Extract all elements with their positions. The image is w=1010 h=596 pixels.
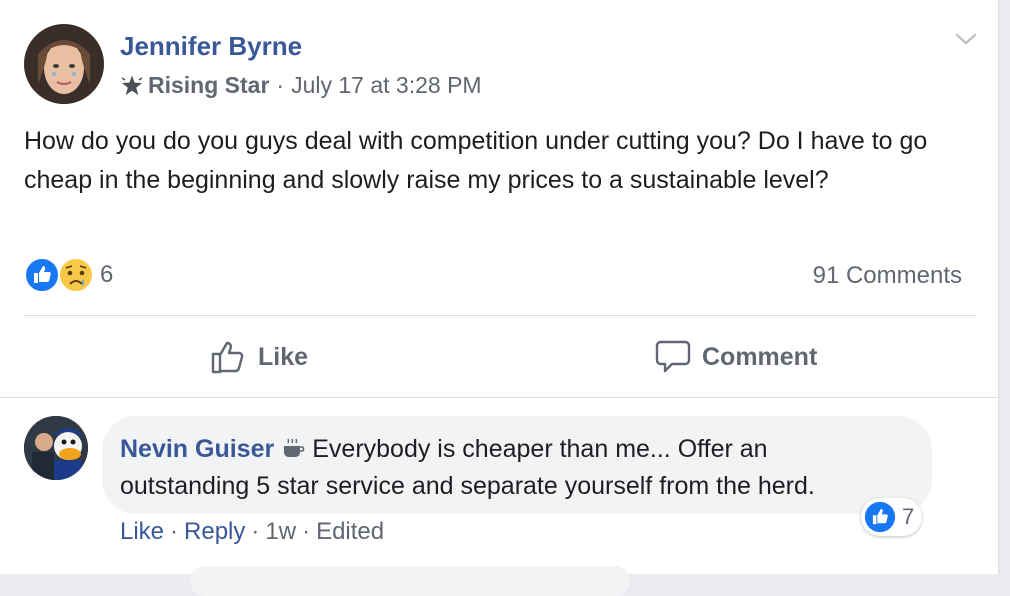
comment-edited-label[interactable]: Edited — [316, 518, 384, 545]
like-reaction-icon — [24, 257, 60, 293]
like-reaction-icon — [864, 501, 896, 533]
comment-like-link[interactable]: Like — [120, 518, 164, 545]
reaction-summary[interactable]: 6 — [24, 257, 113, 293]
comment-outline-icon — [655, 340, 691, 373]
comment-reply-link[interactable]: Reply — [184, 518, 245, 545]
author-avatar[interactable] — [24, 24, 104, 104]
comment-actions: Like · Reply · 1w · Edited — [120, 518, 384, 546]
action-divider-top — [24, 315, 976, 316]
sad-reaction-icon — [58, 257, 94, 293]
like-button[interactable]: Like — [210, 334, 308, 380]
comment-reaction-summary[interactable]: 7 — [861, 498, 923, 536]
post-card: Jennifer Byrne Rising Star · July 17 at … — [0, 0, 999, 596]
action-divider-bottom — [0, 397, 998, 398]
comment-button-label: Comment — [702, 342, 818, 371]
star-badge-icon — [121, 75, 143, 95]
post-author-name[interactable]: Jennifer Byrne — [120, 31, 302, 62]
reaction-count[interactable]: 6 — [100, 261, 113, 289]
meta-separator: · — [276, 72, 285, 98]
comment-content: Nevin Guiser Everybody is cheaper than m… — [120, 431, 900, 505]
comment-separator: · — [251, 518, 260, 545]
like-button-label: Like — [258, 342, 309, 371]
comment-separator: · — [302, 518, 311, 545]
comment-separator: · — [170, 518, 179, 545]
next-comment-bubble — [190, 566, 630, 596]
chevron-down-icon[interactable] — [952, 28, 980, 50]
member-badge[interactable]: Rising Star — [148, 72, 269, 99]
commenter-avatar[interactable] — [24, 416, 88, 480]
post-body-text: How do you do you guys deal with competi… — [24, 127, 928, 194]
comment-reaction-count: 7 — [902, 504, 915, 529]
comment-author-name[interactable]: Nevin Guiser — [120, 435, 274, 463]
coffee-cup-icon — [284, 438, 305, 457]
post-timestamp[interactable]: July 17 at 3:28 PM — [291, 72, 482, 99]
page-background-strip — [1000, 0, 1010, 574]
post-meta: Rising Star · July 17 at 3:28 PM — [120, 72, 482, 99]
comment-button[interactable]: Comment — [654, 334, 817, 380]
thumbs-up-outline-icon — [211, 341, 244, 374]
comment-bubble: Nevin Guiser Everybody is cheaper than m… — [102, 416, 932, 514]
comments-count-link[interactable]: 91 Comments — [813, 262, 962, 290]
comment-age[interactable]: 1w — [265, 518, 296, 545]
